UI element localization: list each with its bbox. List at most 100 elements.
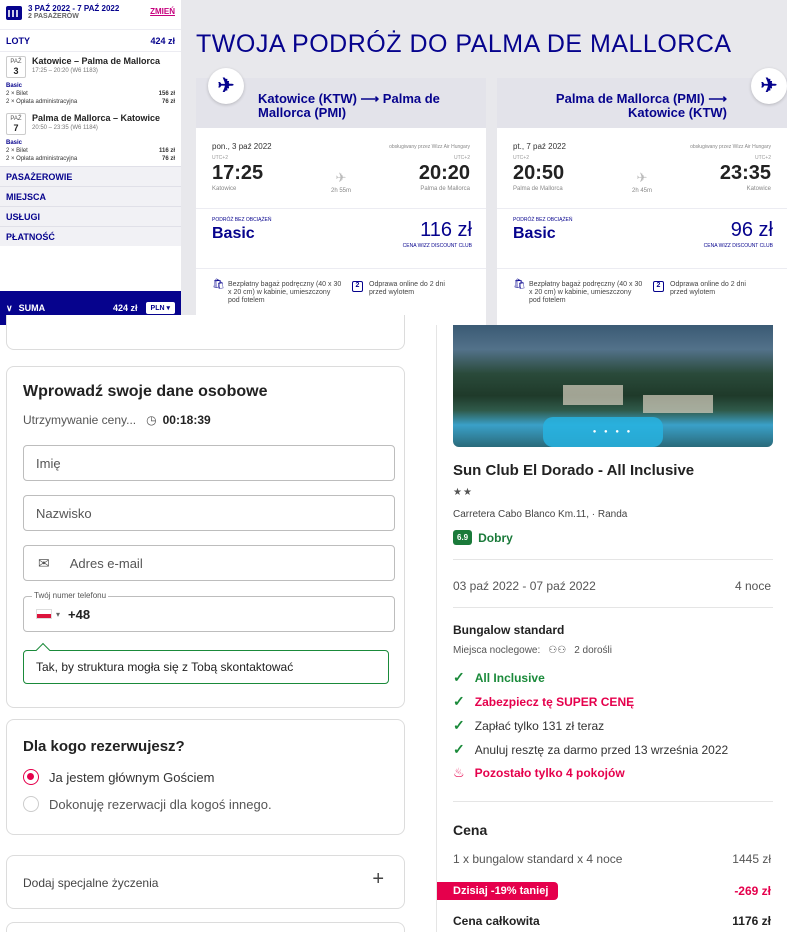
currency-select[interactable]: PLN ▾ [145, 302, 175, 314]
passenger-count: 2 PASAŻERÓW [28, 13, 79, 20]
flight-panel: 3 PAŹ 2022 - 7 PAŹ 2022 2 PASAŻERÓW ZMIE… [0, 0, 787, 325]
fare-box[interactable]: PODRÓŻ BEZ OBCIĄŻEŃ Basic 116 zł CENA WI… [196, 208, 486, 268]
check-icon: ✓ [453, 669, 465, 685]
flights-total: 424 zł [150, 35, 175, 46]
poland-flag-icon[interactable] [36, 609, 52, 619]
departure-city: Palma de Mallorca [513, 186, 563, 192]
divider [453, 559, 773, 560]
personal-data-title: Wprowadź swoje dane osobowe [23, 383, 268, 400]
booking-summary-sidebar: 3 PAŹ 2022 - 7 PAŹ 2022 2 PASAŻERÓW ZMIE… [0, 0, 181, 325]
mail-icon: ✉ [38, 554, 50, 571]
stay-nights: 4 noce [734, 579, 771, 593]
plus-icon[interactable]: + [372, 868, 384, 891]
calendar-icon: 2 [352, 281, 363, 292]
perk-bag: Bezpłatny bagaż podręczny (40 x 30 x 20 … [529, 281, 643, 304]
price-title: Cena [453, 822, 488, 838]
next-card [6, 922, 405, 932]
section-services[interactable]: USŁUGI [0, 206, 181, 226]
segment-fare: Basic 2 × Bilet 116 zł 2 × Opłata adminis… [6, 140, 175, 162]
segment-route: Katowice – Palma de Mallorca [32, 56, 161, 66]
check-icon: ✓ [453, 741, 465, 757]
airplane-icon: ✈ [208, 68, 244, 104]
last-name-input[interactable]: Nazwisko [23, 495, 395, 531]
email-placeholder: Adres e-mail [69, 555, 143, 571]
flights-summary[interactable]: LOTY 424 zł [0, 30, 181, 52]
phone-input[interactable]: Twój numer telefonu ▾ +48 [23, 591, 395, 632]
carousel-dots[interactable]: ● ● ● ● [453, 429, 773, 435]
hold-timer: 00:18:39 [162, 413, 211, 427]
radio-label: Ja jestem głównym Gościem [49, 769, 215, 785]
chevron-down-icon: ∨ [6, 302, 13, 313]
flight-card-return: ✈ Palma de Mallorca (PMI) ⟶ Katowice (KT… [497, 68, 787, 325]
rating-badge: 6.9 [453, 530, 473, 545]
flight-operator: obsługiwany przez Wizz Air Hungary [690, 144, 771, 150]
fare-box[interactable]: PODRÓŻ BEZ OBCIĄŻEŃ Basic 96 zł CENA WIZ… [497, 208, 787, 268]
segment-fare: Basic 2 × Bilet 156 zł 2 × Opłata adminis… [6, 83, 175, 105]
email-input[interactable]: ✉ Adres e-mail [23, 545, 395, 581]
flight-operator: obsługiwany przez Wizz Air Hungary [389, 144, 470, 150]
flight-duration: 2h 45m [631, 188, 652, 194]
feature-all-inclusive: ✓ All Inclusive [453, 669, 545, 685]
discount-value: -269 zł [734, 884, 771, 898]
feature-free-cancel: ✓ Anuluj resztę za darmo przed 13 wrześni… [453, 741, 729, 757]
photo-building [643, 395, 713, 413]
fare-price: 96 zł [730, 219, 773, 241]
tooltip-text: Tak, by struktura mogła się z Tobą skont… [36, 660, 294, 674]
radio-label: Dokonuję rezerwacji dla kogoś innego. [49, 796, 272, 812]
hotel-panel: Wprowadź swoje dane osobowe Utrzymywanie… [0, 315, 787, 932]
radio-selected [23, 769, 39, 785]
perk-checkin: Odprawa online do 2 dni przed wylotem [369, 281, 445, 296]
stay-dates: 03 paź 2022 - 07 paź 2022 [453, 579, 596, 593]
bag-icon: 🛍 [513, 279, 526, 290]
total-price-label: Cena całkowita [453, 914, 540, 928]
bag-icon: 🛍 [212, 279, 225, 290]
flight-card-outbound: ✈ Katowice (KTW) ⟶ Palma de Mallorca (PM… [196, 68, 486, 325]
fare-price: 116 zł [420, 219, 472, 241]
airplane-small-icon: ✈ [636, 170, 648, 185]
first-name-input[interactable]: Imię [23, 445, 395, 481]
discount-badge: Dzisiaj -19% taniej [437, 882, 559, 900]
special-requests-card[interactable]: Dodaj specjalne życzenia + [6, 855, 405, 909]
hotel-photo[interactable]: ● ● ● ● [453, 325, 773, 447]
trip-title: TWOJA PODRÓŻ DO PALMA DE MALLORCA [196, 30, 732, 58]
special-requests-label: Dodaj specjalne życzenia [23, 876, 159, 890]
room-type: Bungalow standard [453, 623, 565, 637]
section-payment[interactable]: PŁATNOŚĆ [0, 226, 181, 246]
flight-route: Katowice (KTW) ⟶ Palma de Mallorca (PMI) [258, 91, 440, 120]
phone-prefix: +48 [68, 606, 91, 622]
arrival-city: Katowice [746, 186, 771, 192]
radio-main-guest[interactable]: Ja jestem głównym Gościem [23, 769, 214, 785]
radio-unselected [23, 796, 39, 812]
perk-checkin: Odprawa online do 2 dni przed wylotem [670, 281, 746, 296]
club-label: CENA WIZZ DISCOUNT CLUB [402, 243, 472, 249]
segment-route: Palma de Mallorca – Katowice [32, 113, 161, 123]
change-link[interactable]: ZMIEŃ [150, 7, 175, 16]
chevron-down-icon[interactable]: ▾ [56, 610, 60, 619]
price-hold: Utrzymywanie ceny... ◷ 00:18:39 [23, 413, 211, 427]
tooltip-arrow [35, 642, 51, 658]
feature-super-price: ✓ Zabezpiecz tę SUPER CENĘ [453, 693, 635, 709]
check-icon: ✓ [453, 693, 465, 709]
total-price-value: 1176 zł [732, 914, 771, 928]
flight-route: Palma de Mallorca (PMI) ⟶ Katowice (KTW) [555, 91, 727, 120]
price-line-label: 1 x bungalow standard x 4 noce [453, 852, 623, 866]
rating-label: Dobry [478, 530, 513, 545]
person-icon: ⚇⚇ [548, 645, 567, 656]
radio-someone-else[interactable]: Dokonuję rezerwacji dla kogoś innego. [23, 796, 272, 812]
utc-label: UTC+2 [454, 155, 470, 161]
utc-label: UTC+2 [755, 155, 771, 161]
trip-dates: 3 PAŹ 2022 - 7 PAŹ 2022 2 PASAŻERÓW ZMIE… [0, 0, 181, 30]
calendar-icon [6, 6, 22, 20]
section-passengers[interactable]: PASAŻEROWIE [0, 166, 181, 186]
segment-return: PAŹ 7 Palma de Mallorca – Katowice 20:50 … [0, 109, 181, 166]
phone-label: Twój numer telefonu [32, 591, 109, 600]
hotel-name[interactable]: Sun Club El Dorado - All Inclusive [453, 462, 694, 479]
utc-label: UTC+2 [513, 155, 529, 161]
guests-count: 2 dorośli [574, 645, 613, 656]
segment-times: 17:25 – 20:20 (W6 1183) [32, 68, 98, 74]
rooms-left: ♨ Pozostało tylko 4 pokojów [453, 765, 625, 780]
airplane-icon: ✈ [751, 68, 787, 104]
segment-times: 20:50 – 23:35 (W6 1184) [32, 125, 98, 131]
departure-city: Katowice [212, 186, 237, 192]
section-seats[interactable]: MIEJSCA [0, 186, 181, 206]
